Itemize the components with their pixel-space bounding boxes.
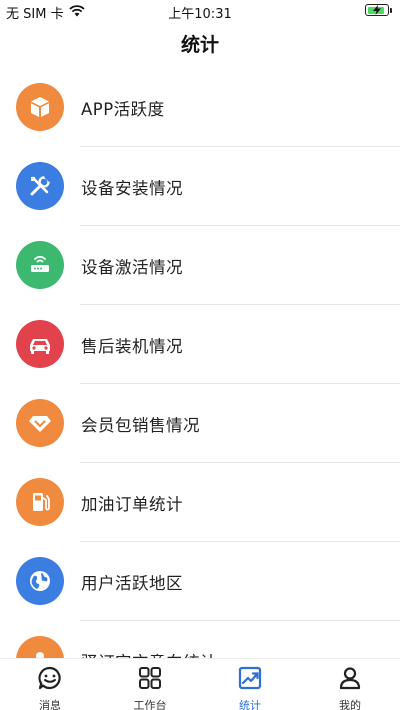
status-time: 上午10:31 [168, 7, 232, 22]
router-icon [16, 241, 64, 289]
message-icon [37, 665, 63, 695]
grid-icon [137, 665, 163, 695]
battery-icon [365, 4, 389, 16]
menu-item-member-package-sales[interactable]: 会员包销售情况 [0, 384, 400, 463]
tools-icon [16, 162, 64, 210]
menu-item-label: 会员包销售情况 [81, 416, 200, 435]
tab-messages[interactable]: 消息 [0, 659, 100, 710]
menu-item-device-activation[interactable]: 设备激活情况 [0, 226, 400, 305]
tab-statistics[interactable]: 统计 [200, 659, 300, 710]
menu-item-label: 加油订单统计 [81, 495, 183, 514]
tab-label: 消息 [39, 699, 61, 710]
globe-icon [16, 557, 64, 605]
chart-icon [237, 665, 263, 695]
menu-item-app-activity[interactable]: APP活跃度 [0, 68, 400, 147]
diamond-icon [16, 399, 64, 447]
menu-item-label: 设备激活情况 [81, 258, 183, 277]
menu-item-fuel-orders[interactable]: 加油订单统计 [0, 463, 400, 542]
menu-item-aftersale-install[interactable]: 售后装机情况 [0, 305, 400, 384]
tab-label: 统计 [239, 699, 261, 710]
menu-item-label: 售后装机情况 [81, 337, 183, 356]
menu-item-label: 用户活跃地区 [81, 574, 183, 593]
partial-icon [16, 636, 64, 658]
car-icon [16, 320, 64, 368]
tab-label: 工作台 [133, 699, 167, 710]
menu-item-partial[interactable]: 驿订宝充意向统计 [0, 621, 400, 658]
status-bar: 无 SIM 卡 上午10:31 [0, 0, 400, 22]
menu-item-label: 驿订宝充意向统计 [81, 649, 217, 658]
stats-menu-list: APP活跃度 设备安装情况 设备激活情况 售后装机情况 会员包销售情况 加油订单… [0, 68, 400, 658]
tab-bar: 消息 工作台 统计 我的 [0, 658, 400, 710]
fuel-icon [16, 478, 64, 526]
menu-item-label: 设备安装情况 [81, 179, 183, 198]
status-right [365, 4, 392, 16]
cube-icon [16, 83, 64, 131]
tab-mine[interactable]: 我的 [300, 659, 400, 710]
menu-item-device-install[interactable]: 设备安装情况 [0, 147, 400, 226]
tab-workbench[interactable]: 工作台 [100, 659, 200, 710]
page-title: 统计 [180, 34, 219, 56]
menu-item-user-active-region[interactable]: 用户活跃地区 [0, 542, 400, 621]
menu-item-label: APP活跃度 [81, 100, 165, 119]
user-icon [337, 665, 363, 695]
tab-label: 我的 [339, 699, 361, 710]
